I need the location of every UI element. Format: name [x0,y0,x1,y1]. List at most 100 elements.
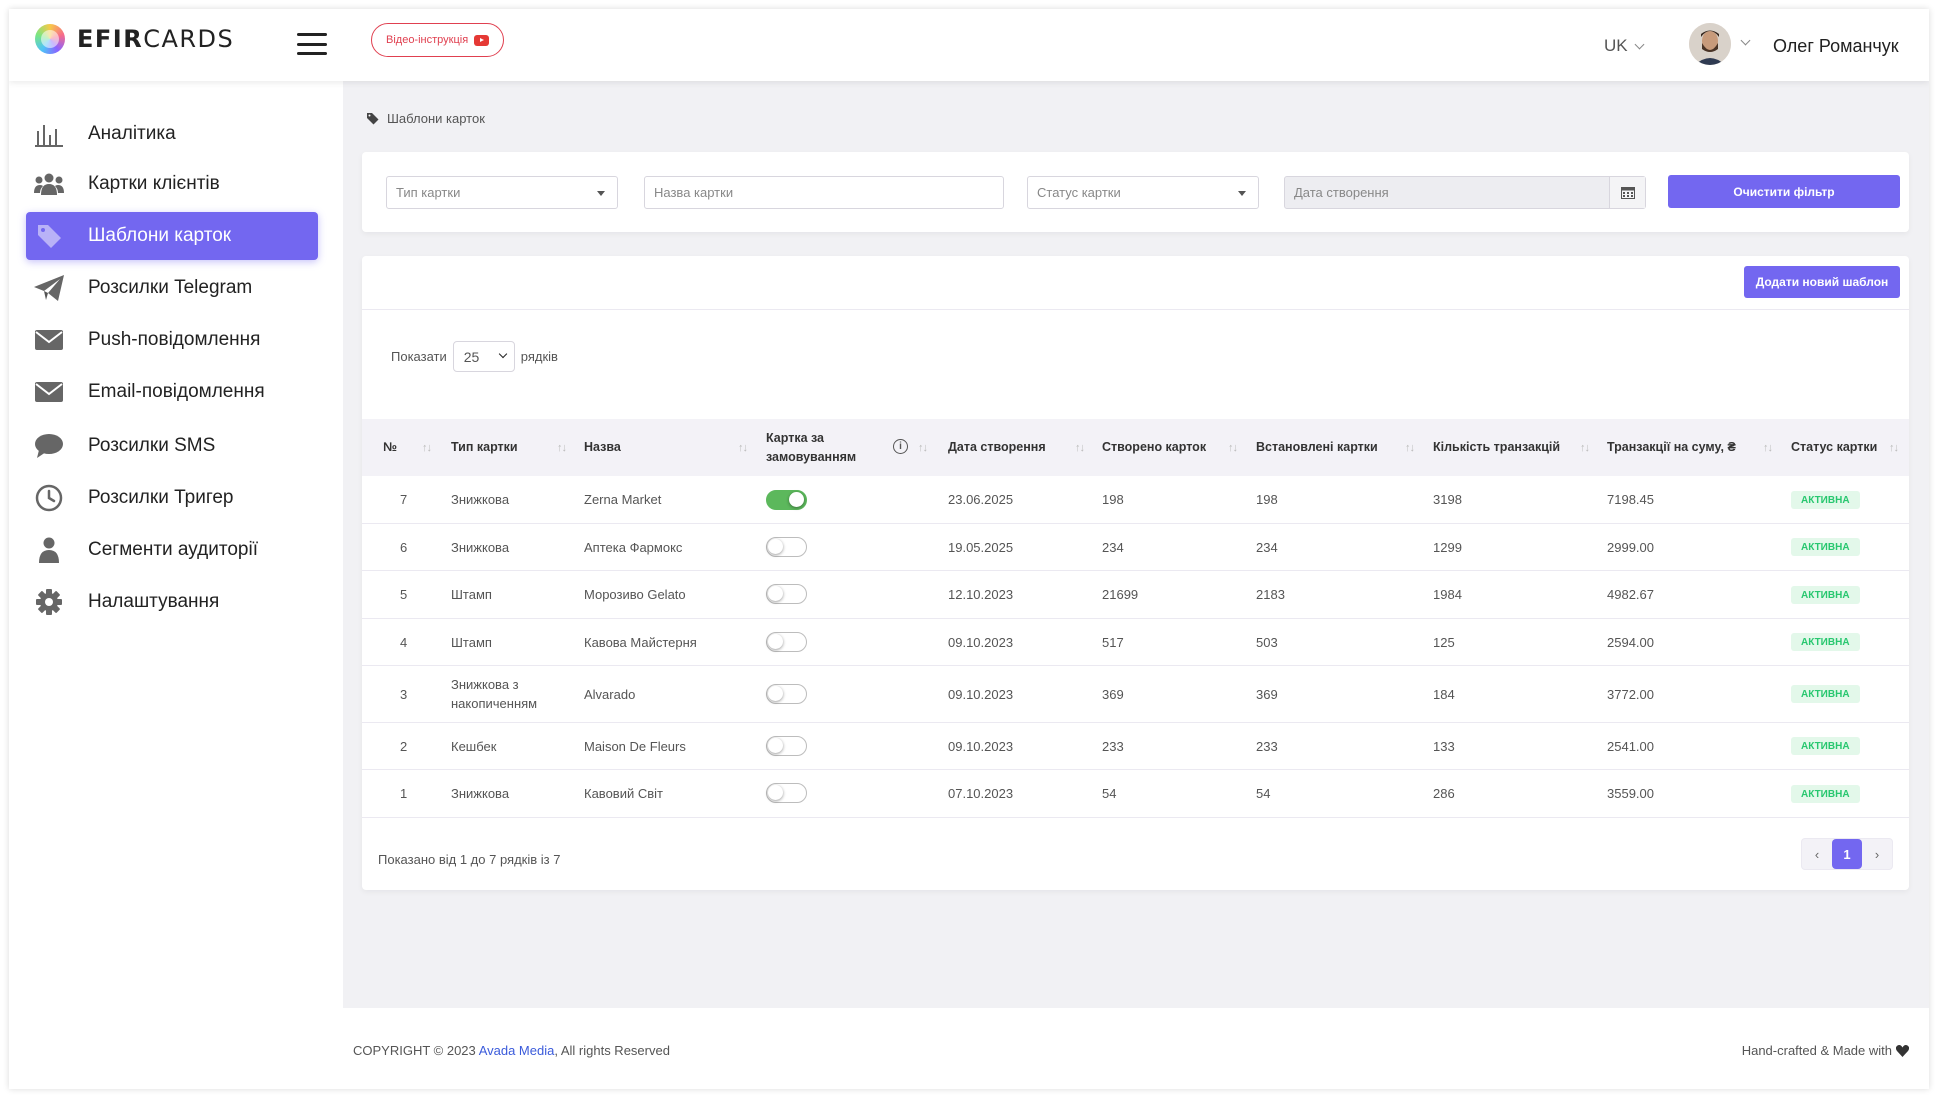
sidebar-item-push[interactable]: Push-повідомлення [26,316,318,364]
sidebar-item-sms[interactable]: Розсилки SMS [26,422,318,470]
sidebar-item-label: Картки клієнтів [88,173,220,194]
user-icon [34,535,64,565]
default-card-toggle[interactable] [766,783,807,803]
prev-page-button[interactable]: ‹ [1802,839,1832,869]
made-with: Hand-crafted & Made with [1742,1043,1909,1058]
page-size-select[interactable]: 25 [452,341,515,372]
info-icon[interactable]: i [893,439,908,454]
sidebar-item-card-templates[interactable]: Шаблони карток [26,212,318,260]
column-header-installed[interactable]: Встановлені картки [1256,419,1378,476]
clock-icon [34,483,64,513]
caret-down-icon [597,191,605,196]
cell-date: 09.10.2023 [948,634,1014,650]
cell-type: Знижкова [451,539,510,555]
card-type-select[interactable]: Тип картки [386,176,618,209]
menu-toggle-icon[interactable] [297,33,327,55]
user-menu-chevron-icon[interactable] [1740,35,1751,46]
sort-icon[interactable]: ↑↓ [422,419,432,476]
table-row[interactable]: 2 Кешбек Maison De Fleurs 09.10.2023 233… [362,723,1909,770]
default-card-toggle[interactable] [766,632,807,652]
sidebar-item-settings[interactable]: Налаштування [26,578,318,626]
table-header: № ↑↓ Тип картки ↑↓ Назва ↑↓ Картка за за… [362,419,1909,476]
sidebar-item-client-cards[interactable]: Картки клієнтів [26,160,318,208]
heart-icon [1896,1044,1909,1057]
column-header-created[interactable]: Створено карток [1102,419,1206,476]
default-card-toggle[interactable] [766,537,807,557]
video-instruction-button[interactable]: Відео-інструкція [371,23,505,57]
card-status-select[interactable]: Статус картки [1027,176,1259,209]
table-row[interactable]: 4 Штамп Кавова Майстерня 09.10.2023 517 … [362,619,1909,666]
cell-name: Морозиво Gelato [584,587,686,602]
page-button-1[interactable]: 1 [1832,839,1862,869]
table-row[interactable]: 1 Знижкова Кавовий Світ 07.10.2023 54 54… [362,770,1909,818]
logo-text-light: CARDS [143,25,235,53]
column-header-default[interactable]: Картка за замовуванням [766,419,886,476]
sidebar-item-analytics[interactable]: Аналітика [26,110,318,158]
sort-icon[interactable]: ↑↓ [1228,419,1238,476]
column-header-number[interactable]: № [383,419,397,476]
column-header-date[interactable]: Дата створення [948,419,1046,476]
card-status-placeholder: Статус картки [1037,185,1121,200]
sidebar-item-label: Розсилки SMS [88,435,216,456]
logo[interactable]: EFIRCARDS [35,24,234,54]
table-row[interactable]: 3 Знижкова з накопиченням Alvarado 09.10… [362,666,1909,723]
card-name-input[interactable]: Назва картки [644,176,1004,209]
sort-icon[interactable]: ↑↓ [1889,419,1899,476]
sidebar-item-trigger[interactable]: Розсилки Тригер [26,474,318,522]
column-header-name[interactable]: Назва [584,419,621,476]
table-row[interactable]: 6 Знижкова Аптека Фармокс 19.05.2025 234… [362,524,1909,571]
cell-created: 233 [1102,738,1124,754]
calendar-icon[interactable] [1609,177,1645,208]
creation-date-picker[interactable]: Дата створення [1284,176,1646,209]
sidebar-item-segments[interactable]: Сегменти аудиторії [26,526,318,574]
user-name[interactable]: Олег Романчук [1773,36,1899,57]
cell-name: Zerna Market [584,492,662,507]
logo-icon [35,24,65,54]
sort-icon[interactable]: ↑↓ [738,419,748,476]
cell-type: Знижкова [451,492,510,507]
column-header-sum[interactable]: Транзакції на суму, ₴ [1607,419,1747,476]
sidebar-item-email[interactable]: Email-повідомлення [26,368,318,416]
sidebar-item-label: Сегменти аудиторії [88,539,258,560]
next-page-button[interactable]: › [1862,839,1892,869]
clear-filter-button[interactable]: Очистити фільтр [1668,175,1900,208]
sort-icon[interactable]: ↑↓ [557,419,567,476]
cell-installed: 54 [1256,786,1271,801]
video-instruction-label: Відео-інструкція [386,34,469,46]
column-header-type[interactable]: Тип картки [451,419,518,476]
cell-sum: 4982.67 [1607,587,1654,602]
avatar[interactable] [1689,23,1731,65]
page-size-control: Показати 25 рядків [391,341,558,372]
sidebar-item-label: Push-повідомлення [88,329,261,350]
company-link[interactable]: Avada Media [479,1043,555,1058]
sort-icon[interactable]: ↑↓ [918,419,928,476]
sort-icon[interactable]: ↑↓ [1405,419,1415,476]
default-card-toggle[interactable] [766,736,807,756]
table-row[interactable]: 5 Штамп Морозиво Gelato 12.10.2023 21699… [362,571,1909,619]
column-header-status[interactable]: Статус картки [1791,419,1877,476]
sort-icon[interactable]: ↑↓ [1580,419,1590,476]
language-selector[interactable]: UK [1604,36,1645,56]
envelope-icon [34,377,64,407]
sort-icon[interactable]: ↑↓ [1763,419,1773,476]
made-with-label: Hand-crafted & Made with [1741,1043,1892,1058]
cell-created: 234 [1102,539,1124,555]
cell-created: 517 [1102,634,1124,650]
column-header-transactions[interactable]: Кількість транзакцій [1433,419,1560,476]
cell-created: 198 [1102,492,1124,507]
card-type-placeholder: Тип картки [396,185,461,200]
table-row[interactable]: 7 Знижкова Zerna Market 23.06.2025 198 1… [362,476,1909,524]
add-template-button[interactable]: Додати новий шаблон [1744,266,1900,298]
sort-icon[interactable]: ↑↓ [1075,419,1085,476]
cell-installed: 2183 [1256,587,1285,602]
status-badge: АКТИВНА [1791,538,1860,556]
sidebar-item-telegram[interactable]: Розсилки Telegram [26,264,318,312]
default-card-toggle[interactable] [766,490,807,510]
default-card-toggle[interactable] [766,584,807,604]
show-label: Показати [391,349,447,364]
youtube-icon [474,34,490,46]
cell-created: 369 [1102,686,1124,702]
cell-date: 12.10.2023 [948,587,1014,602]
default-card-toggle[interactable] [766,684,807,704]
cell-date: 23.06.2025 [948,492,1014,507]
